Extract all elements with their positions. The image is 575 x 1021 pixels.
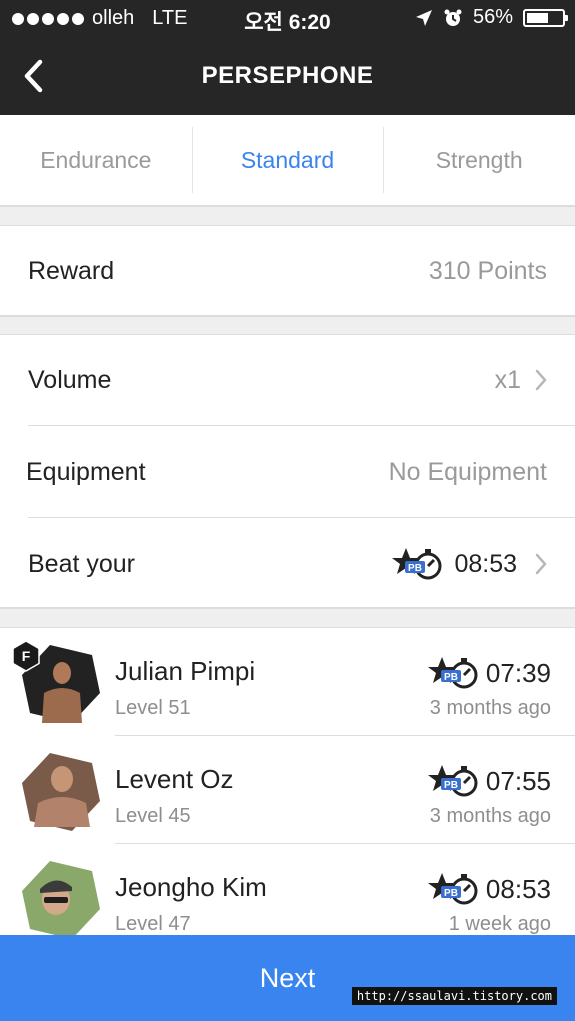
top-bar: olleh LTE 오전 6:20 56% PERSEPHONE — [0, 0, 575, 115]
pb-stopwatch-icon: PB — [427, 657, 478, 689]
player-name: Jeongho Kim — [115, 872, 267, 902]
pb-stopwatch-icon: PB — [427, 873, 478, 905]
player-name: Levent Oz — [115, 764, 234, 794]
player-time: 08:53 — [485, 873, 551, 904]
battery-percent: 56% — [472, 6, 513, 28]
status-bar: olleh LTE 오전 6:20 56% — [0, 0, 575, 38]
player-time-ago: 3 months ago — [429, 697, 551, 719]
player-level: Level 47 — [115, 913, 191, 935]
avatar — [22, 753, 100, 831]
nav-bar: PERSEPHONE — [0, 38, 575, 115]
volume-row[interactable]: Volume x1 — [0, 335, 575, 425]
reward-label: Reward — [28, 256, 115, 285]
settings-card: Volume x1 Equipment No Equipment Beat yo… — [0, 334, 575, 609]
divider — [28, 517, 575, 518]
leaderboard-row[interactable]: Levent Oz Level 45 PB 07:55 3 months ago — [0, 736, 575, 844]
svg-text:PB: PB — [444, 888, 458, 899]
chevron-right-icon — [535, 369, 547, 391]
f-badge-icon: F — [12, 640, 40, 672]
chevron-right-icon — [535, 553, 547, 575]
pb-stopwatch-icon: PB — [427, 765, 478, 797]
reward-row: Reward 310 Points — [0, 226, 575, 316]
avatar — [22, 861, 100, 935]
leaderboard-row[interactable]: Jeongho Kim Level 47 PB 08:53 1 week ago — [0, 844, 575, 935]
location-arrow-icon — [415, 9, 432, 26]
svg-text:PB: PB — [444, 780, 458, 791]
beat-your-label: Beat your — [28, 549, 136, 578]
equipment-row: Equipment No Equipment — [0, 427, 575, 517]
player-name: Julian Pimpi — [115, 656, 256, 686]
reward-card: Reward 310 Points — [0, 225, 575, 317]
tab-strength[interactable]: Strength — [383, 115, 575, 205]
battery-icon — [523, 8, 568, 27]
pb-stopwatch-icon: PB — [392, 548, 442, 580]
player-time-ago: 3 months ago — [429, 805, 551, 827]
volume-value: x1 — [494, 365, 521, 394]
watermark: http://ssaulavi.tistory.com — [351, 987, 557, 1005]
player-level: Level 51 — [115, 697, 191, 719]
svg-text:PB: PB — [408, 563, 422, 574]
player-time: 07:55 — [485, 765, 551, 796]
page-title: PERSEPHONE — [201, 62, 374, 89]
reward-value: 310 Points — [428, 256, 547, 285]
beat-your-row[interactable]: Beat your PB 08:53 — [0, 519, 575, 609]
player-time-ago: 1 week ago — [448, 913, 551, 935]
svg-text:F: F — [22, 648, 31, 664]
segmented-tabs: Endurance Standard Strength — [0, 115, 575, 207]
alarm-clock-icon — [444, 9, 462, 26]
equipment-label: Equipment — [26, 457, 146, 486]
beat-your-time: 08:53 — [454, 549, 517, 578]
leaderboard: F Julian Pimpi Level 51 PB 07:39 3 month… — [0, 627, 575, 935]
equipment-value: No Equipment — [388, 457, 547, 486]
leaderboard-row[interactable]: F Julian Pimpi Level 51 PB 07:39 3 month… — [0, 628, 575, 736]
tab-standard[interactable]: Standard — [191, 115, 384, 205]
svg-text:PB: PB — [444, 672, 458, 683]
player-time: 07:39 — [485, 657, 551, 688]
divider — [28, 425, 575, 426]
next-button[interactable]: Next — [0, 935, 575, 1021]
tab-endurance[interactable]: Endurance — [0, 115, 192, 205]
volume-label: Volume — [28, 365, 112, 394]
player-level: Level 45 — [115, 805, 191, 827]
